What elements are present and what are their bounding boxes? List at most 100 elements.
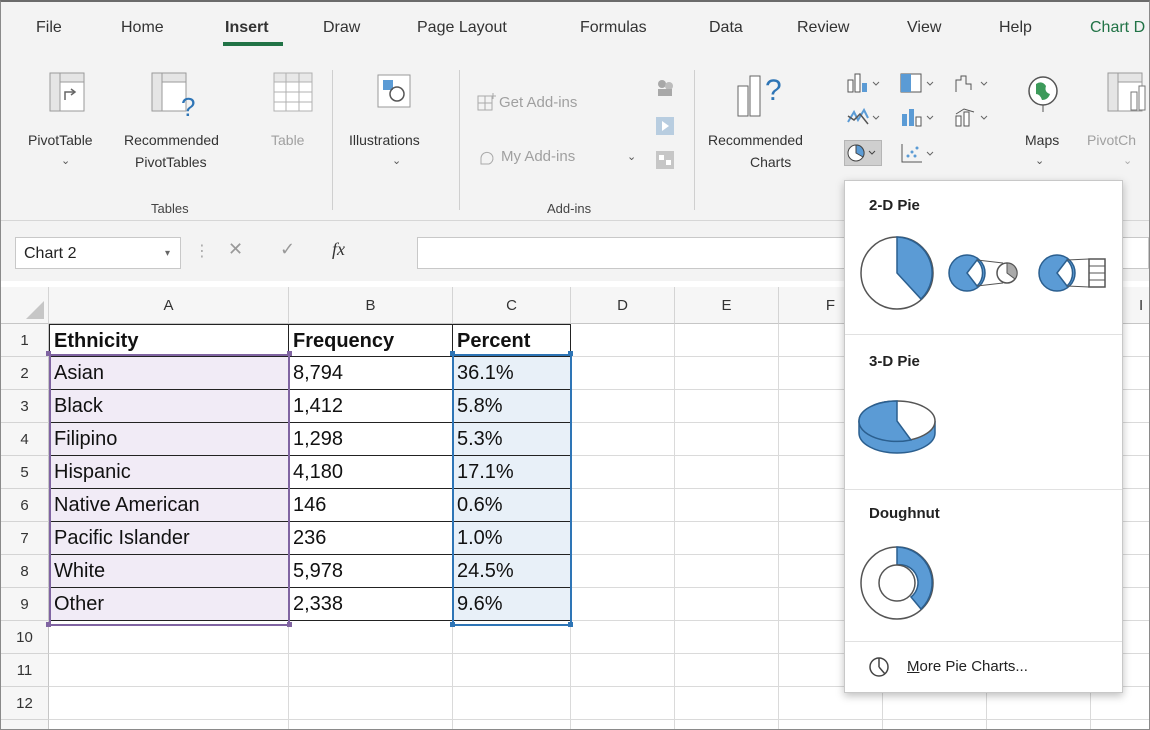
cell[interactable] (453, 621, 571, 654)
pie-of-pie-option-icon[interactable] (945, 249, 1025, 297)
table-data-cell[interactable]: 146 (289, 489, 453, 522)
selection-handle[interactable] (568, 622, 573, 627)
select-all-corner[interactable] (1, 287, 49, 324)
table-data-cell[interactable]: 5.8% (453, 390, 571, 423)
cell[interactable] (49, 687, 289, 720)
row-header[interactable]: 9 (1, 588, 49, 621)
table-data-cell[interactable]: 1,412 (289, 390, 453, 423)
cell[interactable] (675, 654, 779, 687)
cell[interactable] (571, 522, 675, 555)
cell[interactable] (571, 621, 675, 654)
cell[interactable] (675, 357, 779, 390)
cell[interactable] (571, 654, 675, 687)
table-data-cell[interactable]: 1.0% (453, 522, 571, 555)
more-pie-charts-link[interactable]: More Pie Charts... (907, 658, 1028, 675)
pivottable-label[interactable]: PivotTable (28, 132, 93, 148)
cell[interactable] (675, 687, 779, 720)
table-header-cell[interactable]: Frequency (289, 324, 453, 357)
table-data-cell[interactable]: Other (49, 588, 289, 621)
tab-home[interactable]: Home (121, 19, 164, 37)
row-header[interactable]: 8 (1, 555, 49, 588)
table-data-cell[interactable]: 4,180 (289, 456, 453, 489)
pivotchart-button[interactable]: PivotCh (1087, 132, 1136, 148)
scatter-chart-icon[interactable] (900, 142, 938, 164)
cell[interactable] (675, 456, 779, 489)
table-header-cell[interactable]: Ethnicity (49, 324, 289, 357)
illustrations-button[interactable]: Illustrations (349, 132, 420, 148)
table-data-cell[interactable]: Black (49, 390, 289, 423)
illustrations-chevron-icon[interactable]: ⌄ (392, 154, 401, 167)
table-data-cell[interactable]: Hispanic (49, 456, 289, 489)
cell[interactable] (571, 390, 675, 423)
cell[interactable] (571, 423, 675, 456)
table-data-cell[interactable]: 36.1% (453, 357, 571, 390)
line-chart-icon[interactable] (846, 106, 884, 128)
cell[interactable] (675, 324, 779, 357)
table-data-cell[interactable]: 5.3% (453, 423, 571, 456)
selection-handle[interactable] (450, 351, 455, 356)
pie-chart-button[interactable] (844, 140, 882, 166)
tab-data[interactable]: Data (709, 19, 743, 37)
table-data-cell[interactable]: 9.6% (453, 588, 571, 621)
cell[interactable] (571, 489, 675, 522)
row-header[interactable]: 12 (1, 687, 49, 720)
table-data-cell[interactable]: 0.6% (453, 489, 571, 522)
cell[interactable] (49, 654, 289, 687)
table-data-cell[interactable]: 8,794 (289, 357, 453, 390)
row-header[interactable]: 10 (1, 621, 49, 654)
selection-handle[interactable] (46, 622, 51, 627)
cell[interactable] (675, 522, 779, 555)
cell[interactable] (289, 621, 453, 654)
selection-handle[interactable] (568, 351, 573, 356)
table-data-cell[interactable]: 17.1% (453, 456, 571, 489)
cell[interactable] (675, 621, 779, 654)
get-addins-button[interactable]: Get Add-ins (499, 94, 577, 111)
table-data-cell[interactable]: 1,298 (289, 423, 453, 456)
cell[interactable] (675, 489, 779, 522)
maps-chevron-icon[interactable]: ⌄ (1035, 154, 1044, 167)
table-data-cell[interactable]: Native American (49, 489, 289, 522)
cell[interactable] (453, 687, 571, 720)
table-data-cell[interactable]: Asian (49, 357, 289, 390)
row-header[interactable]: 3 (1, 390, 49, 423)
selection-handle[interactable] (46, 351, 51, 356)
cell[interactable] (571, 324, 675, 357)
my-addins-chevron-icon[interactable]: ⌄ (627, 150, 636, 163)
table-data-cell[interactable]: 24.5% (453, 555, 571, 588)
cell[interactable] (289, 687, 453, 720)
insert-function-icon[interactable]: fx (332, 239, 345, 260)
cell[interactable] (571, 588, 675, 621)
3d-pie-option-icon[interactable] (855, 389, 939, 461)
tab-help[interactable]: Help (999, 19, 1032, 37)
row-header[interactable]: 7 (1, 522, 49, 555)
table-data-cell[interactable]: Pacific Islander (49, 522, 289, 555)
table-data-cell[interactable]: Filipino (49, 423, 289, 456)
cell[interactable] (49, 621, 289, 654)
tab-file[interactable]: File (36, 19, 62, 37)
cell[interactable] (571, 357, 675, 390)
selection-handle[interactable] (287, 351, 292, 356)
column-header-e[interactable]: E (675, 287, 779, 324)
cell[interactable] (453, 654, 571, 687)
row-header[interactable]: 4 (1, 423, 49, 456)
name-box[interactable]: Chart 2 ▾ (15, 237, 181, 269)
pie-option-icon[interactable] (855, 231, 939, 315)
cell[interactable] (675, 588, 779, 621)
cell[interactable] (571, 687, 675, 720)
selection-handle[interactable] (450, 622, 455, 627)
table-data-cell[interactable]: 236 (289, 522, 453, 555)
maps-button[interactable]: Maps (1025, 132, 1059, 148)
table-data-cell[interactable]: 5,978 (289, 555, 453, 588)
cell[interactable] (289, 654, 453, 687)
cell[interactable] (675, 390, 779, 423)
recommended-pivottables-button[interactable]: Recommended (124, 132, 219, 148)
bar-of-pie-option-icon[interactable] (1035, 249, 1115, 297)
enter-icon[interactable]: ✓ (280, 239, 295, 260)
column-chart-icon[interactable] (846, 72, 884, 94)
doughnut-option-icon[interactable] (855, 541, 939, 625)
cell[interactable] (675, 555, 779, 588)
row-header[interactable]: 11 (1, 654, 49, 687)
my-addins-button[interactable]: My Add-ins (501, 148, 575, 165)
combo-chart-icon[interactable] (954, 106, 992, 128)
cell[interactable] (571, 456, 675, 489)
